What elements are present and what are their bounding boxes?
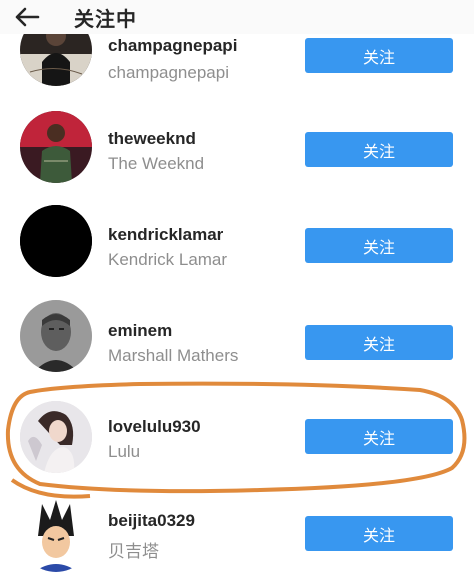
list-item[interactable]: theweeknd The Weeknd 关注 — [0, 103, 474, 198]
arrow-left-icon[interactable] — [14, 6, 40, 28]
full-name: Kendrick Lamar — [108, 250, 228, 269]
list-item[interactable]: eminem Marshall Mathers 关注 — [0, 292, 474, 387]
following-screen: champagnepapi champagnepapi 关注 theweeknd… — [0, 0, 474, 580]
follow-button[interactable]: 关注 — [305, 419, 453, 454]
list-item[interactable]: kendricklamar Kendrick Lamar 关注 — [0, 197, 474, 292]
follow-button[interactable]: 关注 — [305, 38, 453, 73]
page-title: 关注中 — [74, 7, 137, 31]
follow-button[interactable]: 关注 — [305, 325, 453, 360]
avatar-image — [20, 111, 92, 183]
follow-button[interactable]: 关注 — [305, 132, 453, 167]
username[interactable]: beijita0329 — [108, 511, 195, 531]
full-name: 贝吉塔 — [108, 542, 159, 562]
full-name: The Weeknd — [108, 154, 205, 173]
avatar[interactable] — [20, 300, 92, 372]
full-name: Marshall Mathers — [108, 346, 239, 365]
avatar[interactable] — [20, 500, 92, 572]
username[interactable]: lovelulu930 — [108, 417, 201, 437]
username[interactable]: eminem — [108, 321, 172, 341]
avatar-image — [20, 300, 92, 372]
list-item[interactable]: beijita0329 贝吉塔 关注 — [0, 485, 474, 580]
avatar-image — [20, 500, 92, 572]
full-name: champagnepapi — [108, 63, 229, 82]
app-header: 关注中 — [0, 0, 474, 34]
avatar-image — [20, 401, 92, 473]
list-item[interactable]: lovelulu930 Lulu 关注 — [0, 388, 474, 483]
username[interactable]: theweeknd — [108, 129, 196, 149]
follow-button[interactable]: 关注 — [305, 516, 453, 551]
full-name: Lulu — [108, 442, 141, 461]
avatar[interactable] — [20, 111, 92, 183]
avatar-image — [20, 205, 92, 277]
username[interactable]: kendricklamar — [108, 225, 223, 245]
follow-button[interactable]: 关注 — [305, 228, 453, 263]
avatar[interactable] — [20, 401, 92, 473]
username[interactable]: champagnepapi — [108, 36, 237, 56]
avatar[interactable] — [20, 205, 92, 277]
